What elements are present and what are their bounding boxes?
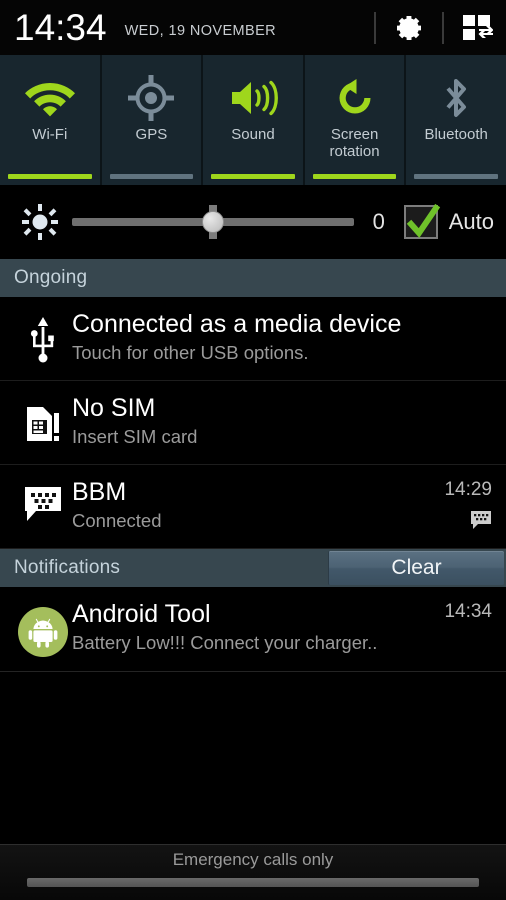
notification-subtitle: Touch for other USB options. [72, 342, 309, 363]
screen-rotation-icon [333, 72, 377, 124]
usb-icon [14, 307, 72, 363]
section-header-ongoing-title: Ongoing [14, 267, 88, 288]
quick-toggle-sound[interactable]: Sound [203, 55, 303, 185]
notification-time: 14:34 [444, 601, 492, 622]
brightness-slider-thumb[interactable] [201, 211, 224, 233]
quick-toggle-screen-rotation-label: Screen rotation [329, 126, 380, 160]
quick-toggle-screen-rotation[interactable]: Screen rotation [304, 55, 405, 185]
quick-toggle-bluetooth-state-bar [414, 174, 498, 179]
notification-title: Connected as a media device [72, 310, 402, 338]
shade-drag-handle[interactable] [27, 878, 479, 887]
quick-toggle-sound-state-bar [211, 174, 295, 179]
notification-title: BBM [72, 478, 127, 506]
notification-subtitle: Insert SIM card [72, 426, 198, 447]
sim-card-alert-icon [14, 391, 72, 445]
speaker-sound-icon [228, 72, 278, 124]
notification-text-block: BBM Connected [72, 475, 436, 533]
quick-toggle-screen-rotation-state-bar [312, 174, 397, 179]
quick-toggle-wifi-label: Wi-Fi [32, 126, 68, 143]
android-robot-icon [14, 597, 72, 657]
checkmark-icon [406, 203, 440, 238]
quick-toggle-sound-label: Sound [231, 126, 275, 143]
notification-title: Android Tool [72, 600, 211, 628]
status-bar: 14:34 WED, 19 NOVEMBER [0, 0, 506, 55]
brightness-row: 0 Auto [0, 185, 506, 259]
carrier-status-label: Emergency calls only [172, 850, 334, 869]
quick-toggle-gps-state-bar [109, 174, 194, 179]
statusbar-divider-2 [442, 11, 444, 44]
notification-text-block: Android Tool Battery Low!!! Connect your… [72, 597, 436, 655]
quick-toggle-bluetooth-label: Bluetooth [424, 126, 488, 143]
notification-text-block: Connected as a media device Touch for ot… [72, 307, 492, 365]
wifi-icon [24, 72, 76, 124]
notification-shade: 14:34 WED, 19 NOVEMBER Wi-Fi GPS Sound S… [0, 0, 506, 900]
grid-swap-icon[interactable] [458, 9, 496, 47]
auto-brightness-label: Auto [448, 209, 494, 234]
section-header-notifications-title: Notifications [14, 557, 121, 578]
brightness-value: 0 [372, 209, 385, 234]
gps-target-icon [128, 72, 175, 124]
section-header-notifications: Notifications Clear [0, 549, 506, 587]
notification-meta: 14:29 [436, 475, 492, 535]
notification-time: 14:29 [444, 479, 492, 500]
notification-row-usb[interactable]: Connected as a media device Touch for ot… [0, 297, 506, 381]
section-header-ongoing: Ongoing [0, 259, 506, 297]
settings-gear-icon[interactable] [390, 9, 428, 47]
notification-meta: 14:34 [436, 597, 492, 623]
brightness-sun-icon[interactable] [18, 204, 62, 240]
app-icon-background [18, 607, 68, 657]
bluetooth-icon [439, 72, 473, 124]
clear-button[interactable]: Clear [328, 551, 504, 585]
notification-row-android-tool[interactable]: Android Tool Battery Low!!! Connect your… [0, 587, 506, 671]
brightness-slider-tick-bottom [208, 232, 217, 239]
notification-subtitle: Connected [72, 510, 162, 531]
quick-toggle-bluetooth[interactable]: Bluetooth [406, 55, 506, 185]
notification-subtitle: Battery Low!!! Connect your charger.. [72, 632, 378, 653]
auto-brightness-checkbox[interactable] [403, 203, 440, 239]
notification-row-no-sim[interactable]: No SIM Insert SIM card [0, 381, 506, 465]
notification-text-block: No SIM Insert SIM card [72, 391, 492, 449]
quick-toggle-gps-label: GPS [135, 126, 168, 143]
notification-row-bbm[interactable]: BBM Connected 14:29 [0, 465, 506, 549]
date-label: WED, 19 NOVEMBER [124, 22, 277, 39]
quick-toggle-gps[interactable]: GPS [101, 55, 202, 185]
shade-bottom-bar[interactable]: Emergency calls only [0, 844, 506, 900]
bbm-chat-icon [14, 475, 72, 523]
quick-toggle-wifi[interactable]: Wi-Fi [0, 55, 100, 185]
clear-button-label: Clear [391, 556, 442, 579]
empty-shade-area [0, 671, 506, 844]
notification-title: No SIM [72, 394, 156, 422]
quick-toggle-wifi-state-bar [8, 174, 92, 179]
brightness-slider[interactable] [72, 202, 354, 242]
quick-settings-row: Wi-Fi GPS Sound Screen rotation Bluetoot… [0, 55, 506, 185]
statusbar-divider-1 [374, 11, 376, 44]
bbm-small-chat-icon [470, 510, 492, 535]
clock-time: 14:34 [14, 7, 107, 48]
